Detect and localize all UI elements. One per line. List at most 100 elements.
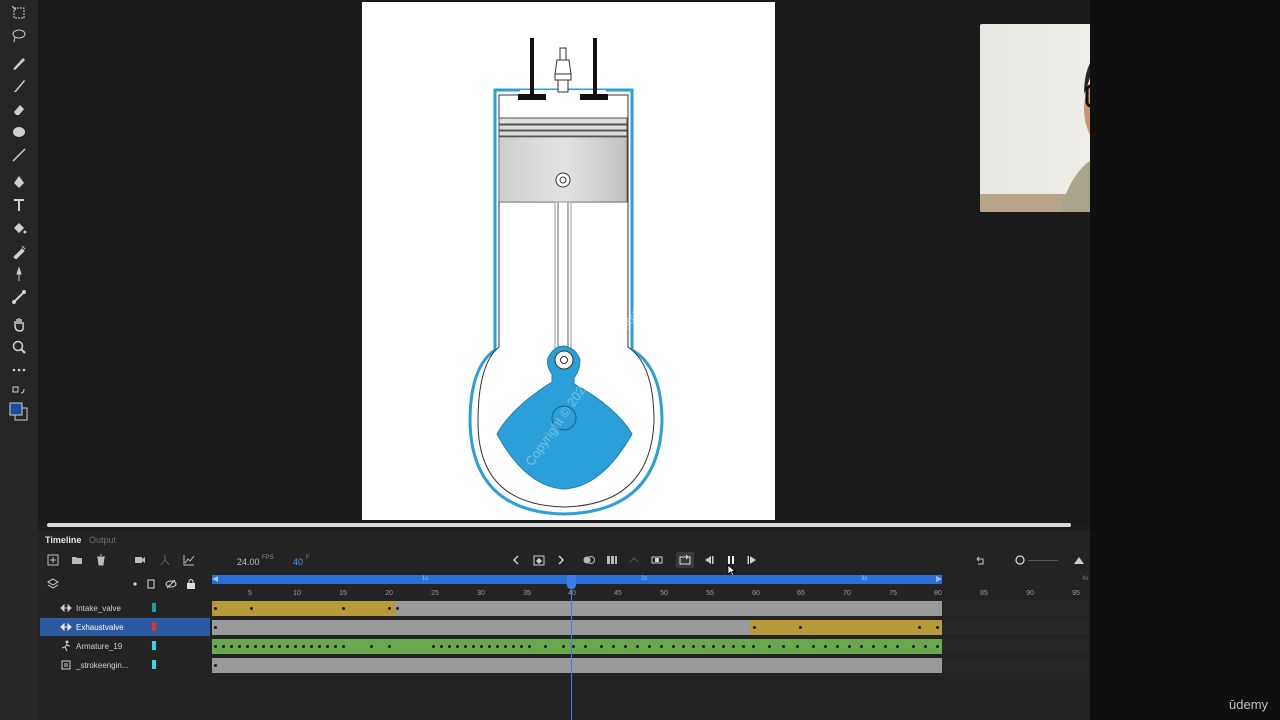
keyframe[interactable] [753, 626, 756, 629]
pose-keyframe[interactable] [660, 645, 663, 648]
pen-tool-icon[interactable] [8, 172, 30, 192]
delete-layer-icon[interactable] [93, 553, 109, 567]
expand-panel-icon[interactable] [1071, 553, 1087, 567]
pose-keyframe[interactable] [752, 645, 755, 648]
layer-row-exhaust-valve[interactable]: Exhaustvalve [40, 618, 210, 636]
track-empty-frames[interactable] [942, 658, 1090, 673]
pose-keyframe[interactable] [584, 645, 587, 648]
eraser-tool-icon[interactable] [8, 99, 30, 119]
lasso-tool-icon[interactable] [8, 26, 30, 46]
pose-keyframe[interactable] [624, 645, 627, 648]
playhead-handle[interactable] [567, 575, 576, 589]
previous-keyframe-icon[interactable] [508, 553, 524, 567]
pose-keyframe[interactable] [860, 645, 863, 648]
pose-keyframe[interactable] [448, 645, 451, 648]
layer-color-swatch[interactable] [152, 603, 156, 612]
hide-layers-icon[interactable] [163, 577, 179, 591]
classic-tween-span[interactable] [212, 601, 395, 616]
pose-keyframe[interactable] [782, 645, 785, 648]
pose-keyframe[interactable] [480, 645, 483, 648]
pose-keyframe[interactable] [936, 645, 939, 648]
more-tools-icon[interactable] [8, 360, 30, 380]
pose-keyframe[interactable] [742, 645, 745, 648]
text-tool-icon[interactable] [8, 195, 30, 215]
hand-tool-icon[interactable] [8, 314, 30, 334]
keyframe[interactable] [214, 607, 217, 610]
pose-keyframe[interactable] [572, 645, 575, 648]
pose-keyframe[interactable] [600, 645, 603, 648]
pose-keyframe[interactable] [472, 645, 475, 648]
bone-tool-icon[interactable] [8, 287, 30, 307]
pose-keyframe[interactable] [912, 645, 915, 648]
keyframe[interactable] [214, 626, 217, 629]
pose-keyframe[interactable] [884, 645, 887, 648]
pose-keyframe[interactable] [848, 645, 851, 648]
onion-skin-icon[interactable] [581, 553, 597, 567]
fluid-brush-tool-icon[interactable] [8, 53, 30, 73]
timeline-seconds-ruler[interactable]: 1s 2s 3s [212, 575, 942, 584]
tab-timeline[interactable]: Timeline [45, 535, 81, 545]
edit-multiple-frames-icon[interactable] [604, 553, 620, 567]
pose-keyframe[interactable] [496, 645, 499, 648]
range-start-marker[interactable] [212, 576, 218, 582]
layer-color-swatch[interactable] [152, 641, 156, 650]
layer-row-armature[interactable]: Armature_19 [40, 637, 210, 655]
pose-keyframe[interactable] [672, 645, 675, 648]
track-empty-frames[interactable] [942, 620, 1090, 635]
sync-icon[interactable] [626, 553, 642, 567]
pose-keyframe[interactable] [432, 645, 435, 648]
lock-layers-icon[interactable] [183, 577, 199, 591]
pose-keyframe[interactable] [294, 645, 297, 648]
pose-keyframe[interactable] [246, 645, 249, 648]
pose-keyframe[interactable] [278, 645, 281, 648]
next-keyframe-icon[interactable] [553, 553, 569, 567]
line-tool-icon[interactable] [8, 145, 30, 165]
current-frame-value[interactable]: 40 [293, 557, 303, 567]
outline-layer-icon[interactable] [143, 577, 159, 591]
keyframe[interactable] [396, 607, 399, 610]
classic-tween-span[interactable] [750, 620, 942, 635]
pose-keyframe[interactable] [824, 645, 827, 648]
pose-keyframe[interactable] [238, 645, 241, 648]
pose-keyframe[interactable] [262, 645, 265, 648]
pose-keyframe[interactable] [702, 645, 705, 648]
keyframe[interactable] [342, 607, 345, 610]
fps-value[interactable]: 24.00 [237, 557, 260, 567]
layer-parenting-icon[interactable] [157, 553, 173, 567]
zoom-tool-icon[interactable] [8, 337, 30, 357]
insert-keyframe-icon[interactable] [531, 553, 547, 567]
pose-keyframe[interactable] [456, 645, 459, 648]
paint-brush-tool-icon[interactable] [8, 76, 30, 96]
keyframe[interactable] [936, 626, 939, 629]
pose-keyframe[interactable] [488, 645, 491, 648]
pose-keyframe[interactable] [544, 645, 547, 648]
center-frame-icon[interactable] [649, 553, 665, 567]
pose-keyframe[interactable] [334, 645, 337, 648]
pose-keyframe[interactable] [222, 645, 225, 648]
pose-keyframe[interactable] [612, 645, 615, 648]
keyframe[interactable] [214, 664, 217, 667]
new-layer-icon[interactable] [45, 553, 61, 567]
pose-keyframe[interactable] [302, 645, 305, 648]
pose-keyframe[interactable] [504, 645, 507, 648]
layer-row-stroke-engine[interactable]: _strokeengin... [40, 656, 210, 674]
pose-keyframe[interactable] [440, 645, 443, 648]
asset-warp-tool-icon[interactable] [8, 264, 30, 284]
camera-icon[interactable] [132, 553, 148, 567]
pose-keyframe[interactable] [342, 645, 345, 648]
pose-keyframe[interactable] [692, 645, 695, 648]
playhead-line[interactable] [571, 575, 572, 720]
pose-keyframe[interactable] [732, 645, 735, 648]
layer-color-swatch[interactable] [152, 622, 156, 631]
graph-editor-icon[interactable] [181, 553, 197, 567]
pose-keyframe[interactable] [796, 645, 799, 648]
track-empty-frames[interactable] [942, 639, 1090, 654]
eyedropper-tool-icon[interactable] [8, 241, 30, 261]
pose-keyframe[interactable] [286, 645, 289, 648]
pose-keyframe[interactable] [310, 645, 313, 648]
pose-keyframe[interactable] [896, 645, 899, 648]
oval-tool-icon[interactable] [8, 122, 30, 142]
track-armature[interactable] [212, 639, 942, 654]
step-forward-icon[interactable] [745, 553, 761, 567]
pose-keyframe[interactable] [230, 645, 233, 648]
